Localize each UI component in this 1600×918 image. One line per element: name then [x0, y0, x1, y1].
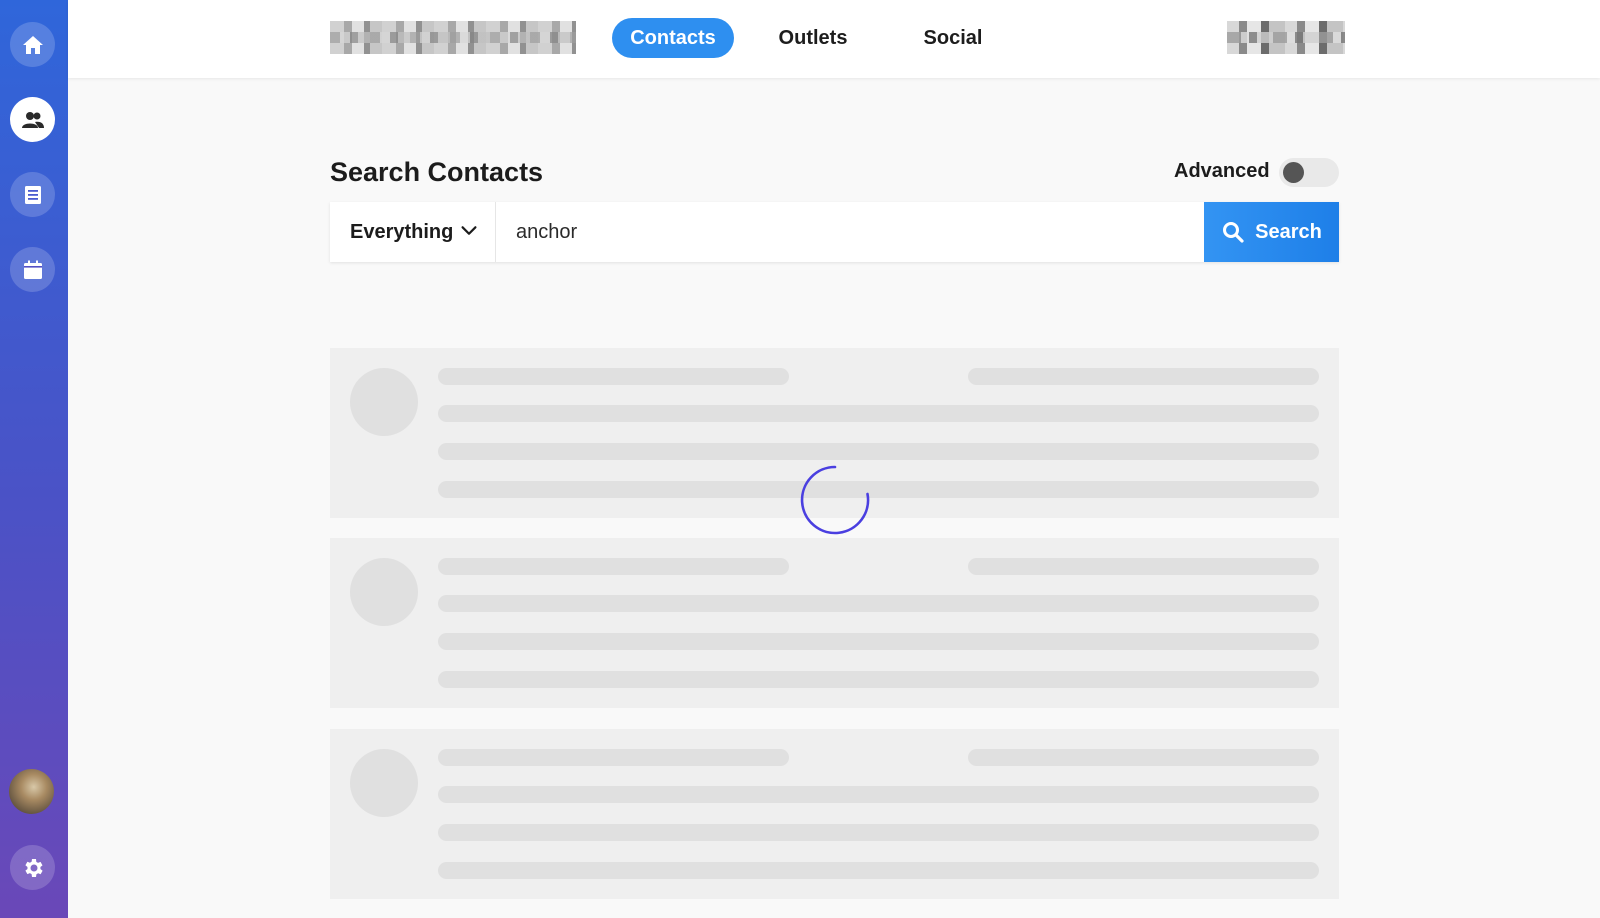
- sidebar-item-documents[interactable]: [10, 172, 55, 217]
- sidebar: [0, 0, 68, 918]
- search-input[interactable]: [496, 202, 1204, 262]
- contacts-icon: [21, 111, 44, 128]
- account-name[interactable]: [1227, 21, 1345, 54]
- search-bar: Everything Search: [330, 202, 1339, 262]
- skeleton-line: [968, 749, 1319, 766]
- skeleton-line: [438, 633, 1319, 650]
- search-button[interactable]: Search: [1204, 202, 1339, 262]
- settings-button[interactable]: [10, 845, 55, 890]
- skeleton-line: [438, 405, 1319, 422]
- document-icon: [24, 185, 41, 204]
- skeleton-line: [438, 481, 1319, 498]
- scope-dropdown[interactable]: Everything: [330, 202, 496, 262]
- page-title: Search Contacts: [330, 157, 544, 187]
- loading-spinner: [800, 465, 870, 535]
- tab-outlets[interactable]: Outlets: [752, 18, 874, 58]
- calendar-icon: [23, 260, 42, 279]
- advanced-label: Advanced: [1174, 160, 1270, 182]
- scope-selected-value: Everything: [350, 220, 454, 243]
- chevron-down-icon: [461, 226, 477, 235]
- skeleton-avatar: [350, 558, 418, 626]
- skeleton-line: [438, 595, 1319, 612]
- skeleton-avatar: [350, 368, 418, 436]
- top-bar: Contacts Outlets Social: [68, 0, 1600, 78]
- sidebar-item-calendar[interactable]: [10, 247, 55, 292]
- brand-logo: [330, 21, 576, 54]
- skeleton-line: [438, 749, 789, 766]
- tab-contacts[interactable]: Contacts: [612, 18, 734, 58]
- result-placeholder-card: [330, 729, 1339, 899]
- sidebar-item-contacts[interactable]: [10, 97, 55, 142]
- home-icon: [22, 35, 43, 54]
- skeleton-line: [438, 558, 789, 575]
- toggle-knob: [1283, 162, 1304, 183]
- skeleton-line: [968, 368, 1319, 385]
- gear-icon: [24, 858, 43, 877]
- skeleton-avatar: [350, 749, 418, 817]
- skeleton-line: [438, 786, 1319, 803]
- tab-social[interactable]: Social: [893, 18, 1013, 58]
- advanced-toggle[interactable]: [1279, 158, 1339, 187]
- search-button-label: Search: [1255, 220, 1322, 243]
- skeleton-line: [438, 862, 1319, 879]
- skeleton-line: [438, 368, 789, 385]
- search-icon: [1223, 222, 1244, 243]
- skeleton-line: [438, 671, 1319, 688]
- user-avatar[interactable]: [9, 769, 54, 814]
- skeleton-line: [438, 443, 1319, 460]
- skeleton-line: [968, 558, 1319, 575]
- result-placeholder-card: [330, 538, 1339, 708]
- sidebar-item-home[interactable]: [10, 22, 55, 67]
- skeleton-line: [438, 824, 1319, 841]
